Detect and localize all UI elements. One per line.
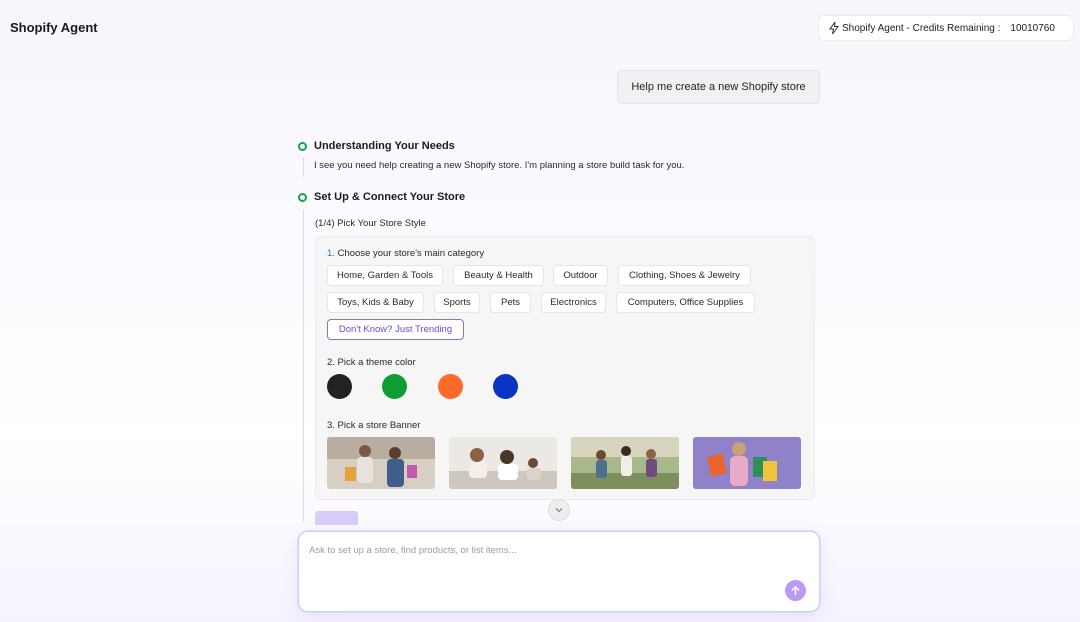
user-message-bubble: Help me create a new Shopify store bbox=[617, 70, 820, 104]
chat-input-box[interactable] bbox=[298, 531, 820, 612]
category-chip-toys[interactable]: Toys, Kids & Baby bbox=[327, 292, 424, 313]
color-swatch-black[interactable] bbox=[327, 374, 352, 399]
app-title: Shopify Agent bbox=[10, 20, 98, 35]
lightning-icon bbox=[829, 22, 839, 34]
chevron-down-icon bbox=[555, 508, 563, 513]
category-chip-outdoor[interactable]: Outdoor bbox=[553, 265, 608, 286]
step-status-dot bbox=[298, 193, 307, 202]
credits-label: Shopify Agent - Credits Remaining : bbox=[842, 22, 1001, 34]
color-swatch-orange[interactable] bbox=[438, 374, 463, 399]
category-question-text: Choose your store's main category bbox=[334, 248, 485, 259]
color-swatch-blue[interactable] bbox=[493, 374, 518, 399]
arrow-up-icon bbox=[791, 585, 800, 596]
color-swatch-green[interactable] bbox=[382, 374, 407, 399]
shopping-couple-image bbox=[327, 437, 435, 489]
color-question: 2. Pick a theme color bbox=[327, 357, 416, 368]
banner-option-4[interactable] bbox=[693, 437, 801, 489]
store-style-panel: 1. Choose your store's main category Hom… bbox=[315, 236, 815, 500]
friends-outdoor-image bbox=[571, 437, 679, 489]
trending-chip[interactable]: Don't Know? Just Trending bbox=[327, 319, 464, 340]
shopping-bags-purple-image bbox=[693, 437, 801, 489]
credits-badge[interactable]: Shopify Agent - Credits Remaining : 1001… bbox=[818, 15, 1074, 41]
step-title: Understanding Your Needs bbox=[314, 140, 455, 152]
banner-question: 3. Pick a store Banner bbox=[327, 420, 421, 431]
category-chip-electronics[interactable]: Electronics bbox=[541, 292, 606, 313]
next-button[interactable] bbox=[315, 511, 358, 525]
chat-input[interactable] bbox=[309, 542, 779, 558]
banner-option-3[interactable] bbox=[571, 437, 679, 489]
credits-count: 10010760 bbox=[1010, 22, 1055, 34]
banner-option-2[interactable] bbox=[449, 437, 557, 489]
category-chip-beauty-health[interactable]: Beauty & Health bbox=[453, 265, 544, 286]
banner-option-1[interactable] bbox=[327, 437, 435, 489]
send-button[interactable] bbox=[785, 580, 806, 601]
category-chip-pets[interactable]: Pets bbox=[490, 292, 531, 313]
scroll-down-button[interactable] bbox=[548, 499, 570, 521]
step-description: I see you need help creating a new Shopi… bbox=[314, 160, 685, 171]
category-chip-home-garden[interactable]: Home, Garden & Tools bbox=[327, 265, 443, 286]
category-chip-clothing[interactable]: Clothing, Shoes & Jewelry bbox=[618, 265, 751, 286]
step-connector bbox=[303, 210, 304, 522]
step-status-dot bbox=[298, 142, 307, 151]
category-chip-computers[interactable]: Computers, Office Supplies bbox=[616, 292, 755, 313]
step-connector bbox=[303, 157, 304, 177]
step-progress-label: (1/4) Pick Your Store Style bbox=[315, 218, 426, 229]
category-chip-sports[interactable]: Sports bbox=[434, 292, 480, 313]
step-title: Set Up & Connect Your Store bbox=[314, 191, 466, 203]
category-number: 1. bbox=[327, 248, 335, 259]
category-question: 1. Choose your store's main category bbox=[327, 248, 484, 259]
family-home-image bbox=[449, 437, 557, 489]
